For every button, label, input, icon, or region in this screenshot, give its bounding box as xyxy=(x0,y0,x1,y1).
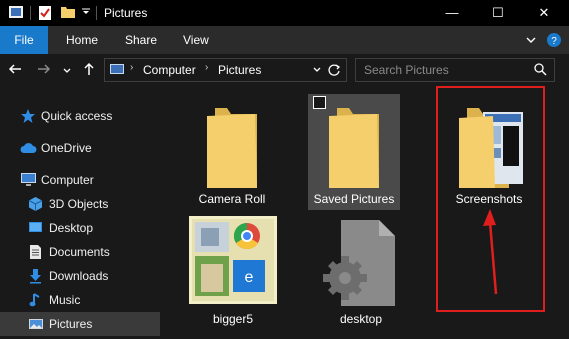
sidebar-item-label: Desktop xyxy=(49,221,94,235)
file-name: Camera Roll xyxy=(198,192,266,206)
file-list: Camera Roll Saved Pictures Screenshots e… xyxy=(160,86,569,339)
tab-file[interactable]: File xyxy=(0,26,48,54)
help-icon[interactable]: ? xyxy=(546,32,562,48)
minimize-button[interactable]: — xyxy=(429,0,475,26)
sidebar-item-label: Downloads xyxy=(49,269,109,283)
forward-arrow-icon xyxy=(38,64,51,74)
file-item-camera-roll[interactable]: Camera Roll xyxy=(187,96,277,208)
ribbon: File Home Share View ? xyxy=(0,26,569,54)
sidebar-item-label: Documents xyxy=(49,245,110,259)
image-thumbnail: e xyxy=(189,216,277,304)
file-item-saved-pictures[interactable]: Saved Pictures xyxy=(309,96,399,208)
folder-with-screenshots-icon xyxy=(459,108,523,188)
file-item-screenshots[interactable]: Screenshots xyxy=(443,96,535,208)
download-icon xyxy=(30,269,41,284)
navigation-pane: Quick access OneDrive Computer 3D Object… xyxy=(0,86,160,339)
close-button[interactable]: ✕ xyxy=(521,0,567,26)
documents-icon xyxy=(30,245,41,259)
file-name: Screenshots xyxy=(455,192,523,206)
forward-button[interactable] xyxy=(35,59,53,79)
sidebar-item-label: Quick access xyxy=(41,109,113,123)
ribbon-collapse-chevron-icon[interactable] xyxy=(526,36,536,44)
tab-share[interactable]: Share xyxy=(125,26,157,54)
folder-icon xyxy=(329,108,379,188)
titlebar-separator xyxy=(30,6,31,20)
music-icon xyxy=(29,293,40,307)
breadcrumb-arrow-icon[interactable]: › xyxy=(130,62,133,73)
search-input[interactable] xyxy=(362,61,526,79)
cloud-icon xyxy=(20,143,37,153)
sidebar-item-label: 3D Objects xyxy=(49,197,109,211)
file-name: bigger5 xyxy=(212,312,254,326)
refresh-icon[interactable] xyxy=(327,63,341,77)
pictures-icon xyxy=(29,319,43,329)
sidebar-item-label: OneDrive xyxy=(41,141,92,155)
search-icon[interactable] xyxy=(534,63,547,76)
sidebar-item-label: Music xyxy=(49,293,81,307)
breadcrumb-computer[interactable]: Computer xyxy=(143,63,196,77)
up-arrow-icon xyxy=(84,62,94,75)
sidebar-item-onedrive[interactable]: OneDrive xyxy=(0,136,160,160)
recent-locations-button[interactable] xyxy=(61,59,73,79)
tab-home[interactable]: Home xyxy=(66,26,98,54)
sidebar-item-computer[interactable]: Computer xyxy=(0,168,160,192)
titlebar-separator-2 xyxy=(96,6,97,20)
svg-text:e: e xyxy=(245,269,254,286)
monitor-icon xyxy=(21,173,36,186)
explorer-icon[interactable] xyxy=(8,5,24,19)
search-box xyxy=(355,58,555,82)
breadcrumb-pictures[interactable]: Pictures xyxy=(218,63,261,77)
address-bar[interactable]: › Computer › Pictures xyxy=(104,58,347,82)
star-icon xyxy=(21,109,35,123)
breadcrumb-arrow-icon-2[interactable]: › xyxy=(205,62,208,73)
sidebar-item-downloads[interactable]: Downloads xyxy=(0,264,160,288)
title-bar: Pictures — ☐ ✕ xyxy=(0,0,569,26)
sidebar-item-3d-objects[interactable]: 3D Objects xyxy=(0,192,160,216)
back-button[interactable] xyxy=(6,59,24,79)
settings-file-icon xyxy=(323,220,395,306)
file-name: desktop xyxy=(339,312,383,326)
chevron-down-icon xyxy=(63,68,71,73)
desktop-icon xyxy=(29,222,42,232)
back-arrow-icon xyxy=(8,64,21,74)
file-item-desktop[interactable]: desktop xyxy=(315,216,407,328)
window-title: Pictures xyxy=(104,6,148,20)
properties-icon[interactable] xyxy=(38,5,52,21)
navigation-bar: › Computer › Pictures xyxy=(0,54,569,86)
customize-toolbar-icon[interactable] xyxy=(82,8,90,16)
svg-text:?: ? xyxy=(551,36,557,47)
annotation-arrow xyxy=(483,209,498,295)
sidebar-item-label: Computer xyxy=(41,173,94,187)
tab-view[interactable]: View xyxy=(183,26,209,54)
sidebar-item-documents[interactable]: Documents xyxy=(0,240,160,264)
sidebar-item-quick-access[interactable]: Quick access xyxy=(0,104,160,128)
computer-small-icon xyxy=(110,64,124,74)
up-button[interactable] xyxy=(80,59,98,79)
file-item-bigger5[interactable]: e bigger5 xyxy=(187,216,279,328)
maximize-button[interactable]: ☐ xyxy=(475,0,521,26)
folder-icon xyxy=(207,108,257,188)
address-dropdown-icon[interactable] xyxy=(313,67,321,73)
file-name: Saved Pictures xyxy=(313,192,395,206)
cube-icon xyxy=(28,197,43,211)
sidebar-item-music[interactable]: Music xyxy=(0,288,160,312)
sidebar-item-label: Pictures xyxy=(49,317,93,331)
new-folder-icon[interactable] xyxy=(60,5,76,19)
sidebar-item-pictures[interactable]: Pictures xyxy=(0,312,160,336)
sidebar-item-desktop[interactable]: Desktop xyxy=(0,216,160,240)
